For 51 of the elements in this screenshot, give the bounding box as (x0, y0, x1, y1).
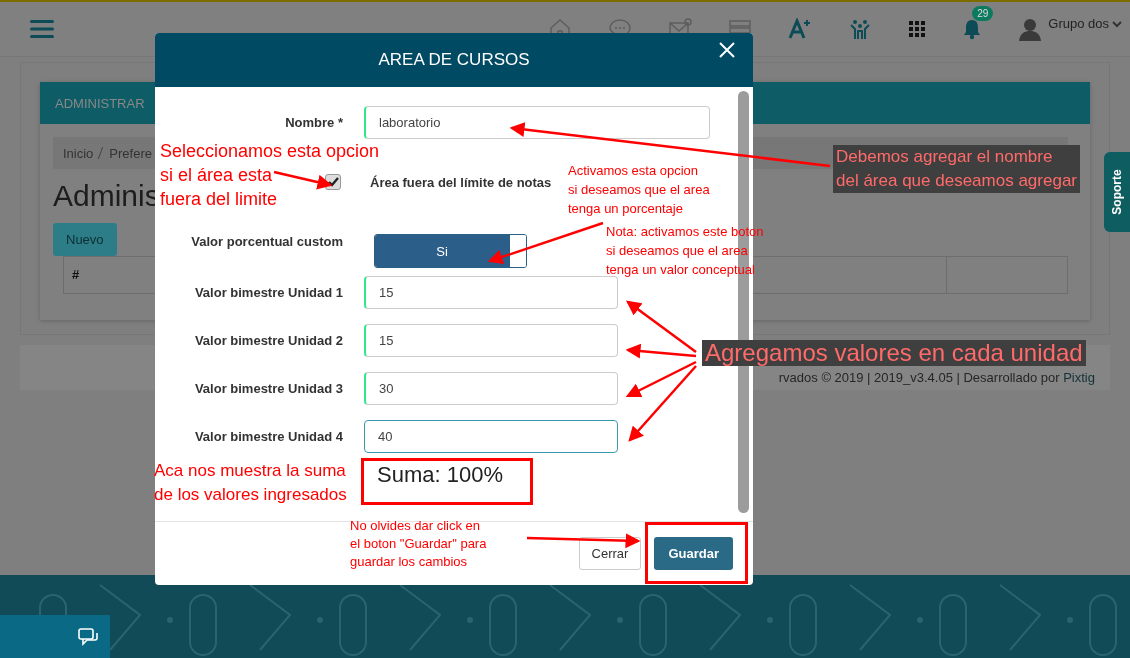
annotation-text: tenga un porcentaje (568, 200, 683, 218)
field-label: Valor bimestre Unidad 4 (193, 429, 343, 444)
annotation-arrow (273, 170, 333, 190)
user-avatar-icon[interactable] (1018, 17, 1043, 41)
menu-icon[interactable] (30, 20, 54, 38)
annotation-text: Debemos agregar el nombre (836, 146, 1053, 168)
annotation-text: guardar los cambios (350, 553, 468, 571)
footer-text: rvados © 2019 | 2019_v3.4.05 | Desarrollado por Pixtig (778, 370, 1095, 385)
annotation-text: el boton "Guardar" para (350, 535, 487, 553)
annotation-text: fuera del limite (160, 189, 278, 211)
caret-icon (1112, 20, 1122, 28)
field-label: Nombre * (284, 115, 343, 130)
check-icon (327, 177, 339, 187)
annotation-text: Seleccionamos esta opcion (160, 140, 380, 163)
checkbox-label: Área fuera del límite de notas (370, 174, 552, 190)
annotation-text: si el área esta (160, 164, 273, 185)
column-header: # (71, 266, 81, 284)
annotation-text: si deseamos que el area (606, 242, 748, 260)
annotation-text: Activamos esta opcion (568, 162, 699, 180)
notification-badge: 29 (972, 6, 994, 21)
font-plus-icon[interactable] (788, 18, 813, 40)
people-icon[interactable] (848, 17, 873, 41)
modal-title: AREA DE CURSOS (378, 50, 530, 70)
value-input[interactable]: 40 (364, 420, 618, 453)
panel-title: ADMINISTRAR (55, 95, 145, 111)
value-input[interactable]: 15 (364, 276, 618, 309)
annotation-text: Aca nos muestra la suma (154, 460, 346, 482)
field-label: Valor bimestre Unidad 1 (193, 285, 343, 300)
save-button[interactable]: Guardar (654, 537, 733, 570)
toggle-switch[interactable]: Si (374, 234, 527, 268)
close-icon[interactable] (719, 42, 735, 58)
name-input[interactable]: laboratorio (364, 106, 710, 139)
value-input[interactable]: 30 (364, 372, 618, 405)
chat-tab[interactable] (0, 615, 110, 658)
footer-link[interactable]: Pixtig (1063, 370, 1095, 385)
annotation-text: si deseamos que el area (568, 181, 710, 199)
bell-icon[interactable] (962, 18, 983, 40)
sum-text: Suma: 100% (376, 462, 503, 488)
annotation-text: del área que deseamos agregar (836, 170, 1077, 192)
value-input[interactable]: 15 (364, 324, 618, 357)
field-label: Valor porcentual custom (190, 234, 343, 249)
field-label: Valor bimestre Unidad 2 (193, 333, 343, 348)
apps-grid-icon[interactable] (908, 20, 927, 38)
chat-icon (78, 627, 98, 646)
user-menu[interactable]: Grupo dos (1048, 15, 1122, 31)
annotation-text: tenga un valor conceptual (606, 261, 755, 279)
field-label: Valor bimestre Unidad 3 (193, 381, 343, 396)
annotation-text: No olvides dar click en (350, 517, 481, 535)
support-tab[interactable]: Soporte (1104, 152, 1130, 232)
annotation-text: de los valores ingresados (154, 484, 347, 506)
annotation-text: Agregamos valores en cada unidad (705, 340, 1083, 366)
